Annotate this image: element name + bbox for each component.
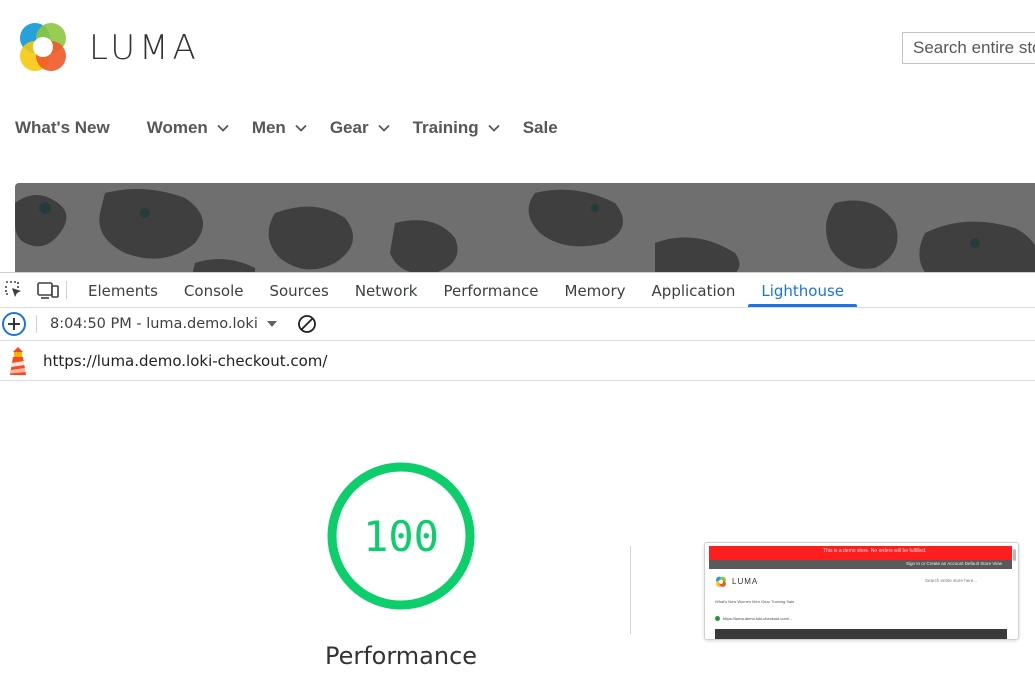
toolbar-divider bbox=[66, 281, 67, 299]
new-report-button[interactable] bbox=[2, 312, 26, 336]
thumb-message: https://luma.demo.loki-checkout.com/... bbox=[715, 616, 793, 622]
lighthouse-icon bbox=[10, 346, 26, 375]
nav-item-label: Men bbox=[251, 118, 286, 137]
chevron-down-icon bbox=[295, 124, 307, 132]
nav-item-label: Training bbox=[412, 118, 479, 137]
report-select-value: 8:04:50 PM - luma.demo.loki bbox=[50, 316, 258, 332]
demo-notice-banner: This is a demo store. No orders will be … bbox=[709, 546, 1012, 560]
report-url-bar: https://luma.demo.loki-checkout.com/ bbox=[0, 341, 1035, 381]
chevron-down-icon bbox=[217, 124, 229, 132]
tab-memory[interactable]: Memory bbox=[552, 273, 639, 307]
nav-item-women[interactable]: Women bbox=[147, 118, 230, 138]
nav-item-label: What's New bbox=[15, 118, 110, 137]
tab-network[interactable]: Network bbox=[342, 273, 431, 307]
search-box[interactable] bbox=[902, 32, 1035, 64]
tab-performance[interactable]: Performance bbox=[430, 273, 551, 307]
lighthouse-toolbar: 8:04:50 PM - luma.demo.loki bbox=[0, 308, 1035, 341]
chevron-down-icon bbox=[488, 124, 500, 132]
nav-item-training[interactable]: Training bbox=[413, 118, 501, 138]
nav-item-whats-new[interactable]: What's New bbox=[15, 118, 110, 138]
thumb-nav: What's New Women Men Gear Training Sale bbox=[715, 599, 795, 604]
devtools-panel: Elements Console Sources Network Perform… bbox=[0, 272, 1035, 697]
tab-application[interactable]: Application bbox=[639, 273, 749, 307]
nav-item-sale[interactable]: Sale bbox=[523, 118, 558, 138]
thumb-logo-icon bbox=[716, 576, 726, 587]
thumb-header-bar: Sign In or Create an Account Default Sto… bbox=[709, 560, 1012, 569]
thumb-logo-text: LUMA bbox=[732, 577, 759, 586]
inspect-element-icon[interactable] bbox=[2, 278, 26, 302]
nav-item-label: Women bbox=[146, 118, 208, 137]
lighthouse-report: 100 Performance This is a demo store. No… bbox=[0, 380, 1035, 697]
performance-score: 100 bbox=[363, 511, 439, 561]
tab-elements[interactable]: Elements bbox=[75, 273, 171, 307]
toolbar-divider bbox=[36, 315, 37, 333]
demo-notice-text: This is a demo store. No orders will be … bbox=[823, 548, 927, 554]
thumb-message-text: https://luma.demo.loki-checkout.com/... bbox=[723, 616, 793, 621]
report-divider bbox=[630, 546, 631, 634]
final-screenshot-thumbnail[interactable]: This is a demo store. No orders will be … bbox=[704, 542, 1019, 640]
logo-text: LUMA bbox=[89, 28, 200, 68]
search-input[interactable] bbox=[903, 33, 1035, 63]
report-select[interactable]: 8:04:50 PM - luma.demo.loki bbox=[50, 316, 277, 332]
thumb-scrollbar bbox=[1013, 549, 1016, 561]
nav-item-men[interactable]: Men bbox=[252, 118, 308, 138]
tab-lighthouse[interactable]: Lighthouse bbox=[748, 273, 857, 307]
website-viewport: LUMA What's New Women Men Gear Training … bbox=[0, 0, 1035, 272]
thumb-search: Search entire store here... bbox=[925, 578, 978, 583]
plus-icon bbox=[8, 318, 20, 330]
nav-item-label: Gear bbox=[329, 118, 369, 137]
nav-item-label: Sale bbox=[522, 118, 558, 137]
report-url: https://luma.demo.loki-checkout.com/ bbox=[43, 351, 328, 370]
thumb-header-links: Sign In or Create an Account Default Sto… bbox=[906, 561, 1002, 566]
tab-sources[interactable]: Sources bbox=[256, 273, 341, 307]
device-toggle-icon[interactable] bbox=[36, 278, 60, 302]
clear-reports-icon[interactable] bbox=[297, 314, 317, 334]
success-icon bbox=[715, 616, 720, 622]
chevron-down-icon bbox=[377, 124, 390, 132]
dropdown-arrow-icon bbox=[266, 321, 277, 327]
hero-banner-image[interactable] bbox=[15, 183, 1035, 272]
tab-console[interactable]: Console bbox=[171, 273, 257, 307]
thumb-hero bbox=[715, 629, 1007, 639]
category-title: Performance bbox=[324, 642, 478, 670]
hero-texture bbox=[15, 189, 1035, 272]
luma-logo[interactable]: LUMA bbox=[15, 20, 200, 76]
devtools-tabbar: Elements Console Sources Network Perform… bbox=[0, 273, 1035, 308]
luma-logo-icon bbox=[20, 23, 66, 71]
main-navigation: What's New Women Men Gear Training Sale bbox=[15, 118, 580, 138]
nav-item-gear[interactable]: Gear bbox=[330, 118, 391, 138]
